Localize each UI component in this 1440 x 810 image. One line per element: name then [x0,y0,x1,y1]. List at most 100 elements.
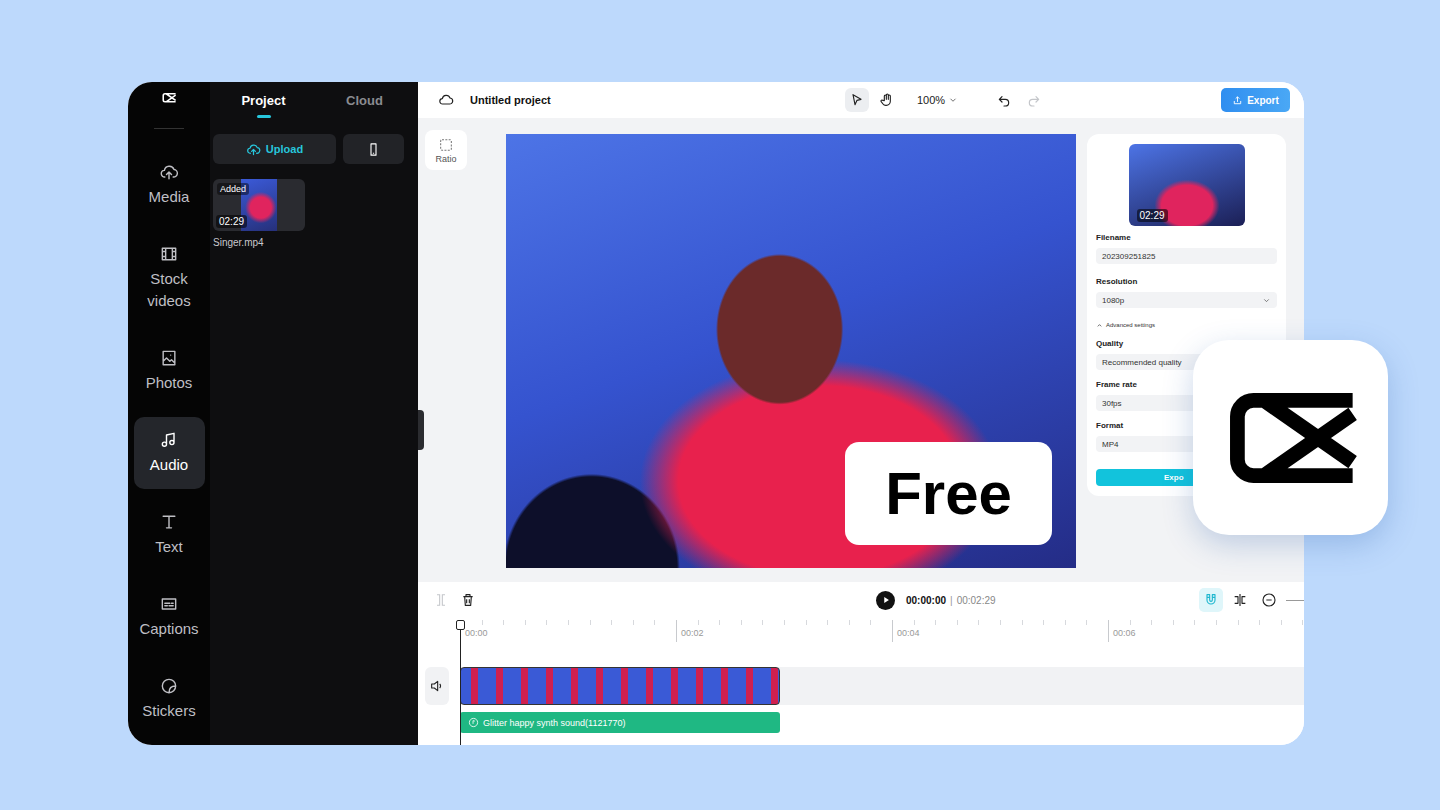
phone-icon [366,142,381,157]
current-time: 00:00:00 [906,595,946,606]
ratio-icon [438,137,454,153]
capcut-app-logo [1193,340,1388,535]
sidebar-item[interactable]: Captions [134,581,205,653]
advanced-settings-toggle[interactable]: Advanced settings [1096,321,1277,329]
editor-window: Media Stock videos Photos Audio Text Cap… [128,82,1304,745]
video-preview[interactable]: Free [506,134,1076,568]
pointer-tool[interactable] [845,88,869,112]
field-label: Filename [1096,233,1277,243]
time-separator: | [950,595,953,606]
field-input[interactable]: 202309251825 [1096,248,1277,264]
redo-icon [1026,92,1042,108]
playhead[interactable] [460,620,461,745]
ruler-tick: 00:06 [1108,620,1304,642]
capcut-logo-icon[interactable] [153,92,185,104]
sidebar-item-label: Photos [146,372,193,394]
zoom-slider[interactable] [1286,600,1304,601]
preview-area: Ratio Free 02:29 Filename 202309251825 R… [418,118,1304,582]
sidebar-item[interactable]: Photos [134,335,205,407]
export-field: Resolution 1080p [1096,277,1277,308]
phone-upload-button[interactable] [343,134,404,164]
sidebar-item-icon [159,676,179,696]
track-lane [460,667,1304,705]
sidebar-item[interactable]: Stickers [134,663,205,735]
sidebar-item[interactable]: Text [134,499,205,571]
ratio-button[interactable]: Ratio [425,130,467,170]
hand-tool[interactable] [875,88,899,112]
ruler-tick: 00:00 [460,620,676,642]
chevron-icon [1096,322,1103,329]
export-field: Filename 202309251825 [1096,233,1277,264]
split-icon [1232,592,1248,608]
upload-row: Upload [213,134,415,164]
video-clip[interactable] [460,667,780,705]
page: Media Stock videos Photos Audio Text Cap… [0,0,1440,810]
collapse-handle[interactable] [418,410,424,450]
trash-icon[interactable] [460,592,476,608]
cloud-icon[interactable] [438,92,454,108]
timeline-controls: 00:00:00 | 00:02:29 [418,582,1304,618]
panel-tab-label: Cloud [346,93,383,108]
sidebar-item-label: Stock videos [134,268,205,312]
trim-icon[interactable] [433,592,449,608]
playback-controls: 00:00:00 | 00:02:29 [876,591,996,610]
split-button[interactable] [1228,588,1252,612]
media-panel: Project Cloud Upload Added 02:29 Singer.… [210,82,418,745]
panel-tabs: Project Cloud [213,82,415,118]
magnet-button[interactable] [1199,588,1223,612]
free-badge: Free [845,442,1052,545]
sidebar-item[interactable]: Stock videos [134,231,205,325]
hand-icon [879,92,895,108]
panel-tab[interactable]: Project [213,82,314,118]
video-track [418,667,1304,705]
sidebar-item[interactable]: Media [134,149,205,221]
export-button[interactable]: Export [1221,88,1290,112]
audio-track: Glitter happy synth sound(1121770) [418,712,1304,733]
media-file[interactable]: Added 02:29 Singer.mp4 [213,179,305,248]
duration-badge: 02:29 [216,215,247,228]
duration-badge: 02:29 [1137,209,1168,222]
sidebar-item[interactable]: Audio [134,417,205,489]
sidebar-item-icon [159,162,179,182]
sidebar-item-label: Media [149,186,190,208]
sidebar-item-label: Stickers [142,700,195,722]
sidebar-item-label: Text [155,536,183,558]
track-audio-toggle[interactable] [425,667,449,705]
magnet-icon [1203,592,1219,608]
zoom-select[interactable]: 100% [917,94,958,106]
field-label: Resolution [1096,277,1277,287]
panel-tab-label: Project [241,93,285,108]
redo-button[interactable] [1022,88,1046,112]
field-input[interactable]: 1080p [1096,292,1277,308]
music-icon [468,717,479,728]
sidebar-item-icon [159,244,179,264]
sidebar: Media Stock videos Photos Audio Text Cap… [128,82,210,745]
zoom-out-button[interactable] [1257,588,1281,612]
project-title[interactable]: Untitled project [470,94,551,106]
audio-clip[interactable]: Glitter happy synth sound(1121770) [460,712,780,733]
timeline-edit-tools [433,592,876,608]
chevron-down-icon [948,95,958,105]
upload-button[interactable]: Upload [213,134,336,164]
play-icon [879,593,893,607]
speaker-icon [429,678,445,694]
top-bar: Untitled project 100% Export [418,82,1304,118]
play-button[interactable] [876,591,895,610]
sidebar-item-icon [159,512,179,532]
panel-tab[interactable]: Cloud [314,82,415,118]
tab-underline [257,115,271,118]
canvas-tools: 100% [845,88,1046,112]
project-title-group: Untitled project [438,92,845,108]
ruler-tick: 00:04 [892,620,1108,642]
editor-main: Untitled project 100% Export Ratio Free … [418,82,1304,745]
share-icon [1232,95,1243,106]
file-name: Singer.mp4 [213,237,305,248]
sidebar-item-icon [159,594,179,614]
undo-button[interactable] [992,88,1016,112]
sidebar-item-label: Captions [139,618,198,640]
timeline: 00:00:00 | 00:02:29 00:0000:0200:0400:06… [418,582,1304,745]
pointer-icon [849,92,865,108]
media-thumbnail[interactable]: Added 02:29 [213,179,305,231]
export-thumbnail: 02:29 [1129,144,1245,226]
sidebar-divider [154,128,184,129]
